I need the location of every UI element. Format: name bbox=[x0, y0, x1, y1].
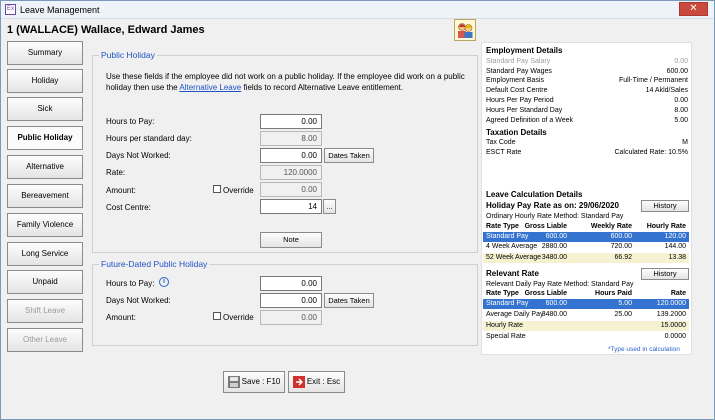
save-icon bbox=[227, 375, 241, 389]
save-label: Save : F10 bbox=[241, 377, 281, 386]
nav-sick-button[interactable]: Sick bbox=[7, 97, 83, 121]
table-row: Special Rate 0.0000 bbox=[486, 333, 686, 340]
nav-long-service-button[interactable]: Long Service bbox=[7, 242, 83, 266]
holiday-table-header: Rate Type Gross Liable Weekly Rate Hourly R… bbox=[486, 223, 686, 230]
table-row[interactable]: Standard Pay 600.00 5.00 120.0000 bbox=[483, 299, 689, 309]
nav-alternative-button[interactable]: Alternative bbox=[7, 155, 83, 179]
employees-icon[interactable] bbox=[454, 19, 476, 41]
table-row: Hourly Rate 15.0000 bbox=[483, 321, 689, 331]
employment-row: Default Cost Centre 14 Akld/Sales bbox=[486, 87, 688, 94]
future-override-label: Override bbox=[223, 313, 254, 322]
days-not-worked-field[interactable]: 0.00 bbox=[260, 148, 322, 163]
employment-row: Hours Per Pay Period 0.00 bbox=[486, 97, 688, 104]
holiday-pay-heading: Holiday Pay Rate as on: 29/06/2020 bbox=[486, 201, 619, 210]
employment-row: Standard Pay Salary 0.00 bbox=[486, 58, 688, 65]
dates-taken-button[interactable]: Dates Taken bbox=[324, 148, 374, 163]
relevant-rate-heading: Relevant Rate bbox=[486, 269, 539, 278]
future-dates-taken-button[interactable]: Dates Taken bbox=[324, 293, 374, 308]
nav-label: Other Leave bbox=[22, 335, 68, 344]
leave-calc-heading: Leave Calculation Details bbox=[486, 190, 583, 199]
title-bar[interactable]: Ex Leave Management ✕ bbox=[1, 1, 714, 19]
table-row[interactable]: 52 Week Average 3480.00 66.92 13.38 bbox=[483, 253, 689, 263]
taxation-heading: Taxation Details bbox=[486, 128, 547, 137]
public-holiday-legend: Public Holiday bbox=[99, 50, 157, 60]
calculation-note: *Type used in calculation bbox=[608, 346, 680, 353]
future-dated-legend: Future-Dated Public Holiday bbox=[99, 259, 210, 269]
nav-summary-button[interactable]: Summary bbox=[7, 41, 83, 65]
table-row[interactable]: Standard Pay 600.00 600.00 120.00 bbox=[483, 232, 689, 242]
nav-other-leave-button[interactable]: Other Leave bbox=[7, 328, 83, 352]
nav-label: Unpaid bbox=[32, 277, 58, 286]
employee-name: 1 (WALLACE) Wallace, Edward James bbox=[7, 24, 205, 36]
taxation-row: ESCT Rate Calculated Rate: 10.5% bbox=[486, 149, 688, 156]
nav-shift-leave-button[interactable]: Shift Leave bbox=[7, 299, 83, 323]
taxation-row: Tax Code M bbox=[486, 139, 688, 146]
ordinary-method: Ordinary Hourly Rate Method: Standard Pa… bbox=[486, 213, 624, 220]
override-label: Override bbox=[223, 186, 254, 195]
nav-label: Public Holiday bbox=[17, 133, 73, 142]
nav-label: Holiday bbox=[31, 76, 59, 85]
table-row[interactable]: Average Daily Pay 3480.00 25.00 139.2000 bbox=[483, 310, 689, 320]
hours-to-pay-field[interactable]: 0.00 bbox=[260, 114, 322, 129]
days-not-worked-label: Days Not Worked: bbox=[106, 151, 171, 160]
employment-row: Agreed Definition of a Week 5.00 bbox=[486, 117, 688, 124]
amount-label: Amount: bbox=[106, 186, 136, 195]
override-checkbox[interactable] bbox=[213, 185, 221, 193]
nav-label: Alternative bbox=[26, 162, 64, 171]
leave-management-window: Ex Leave Management ✕ 1 (WALLACE) Wallac… bbox=[0, 0, 715, 420]
table-row[interactable]: 4 Week Average 2880.00 720.00 144.00 bbox=[483, 242, 689, 252]
nav-label: Shift Leave bbox=[24, 306, 66, 315]
nav-label: Family Violence bbox=[16, 220, 74, 229]
relevant-table-header: Rate Type Gross Liable Hours Paid Rate bbox=[486, 290, 686, 297]
public-holiday-info: Use these fields if the employee did not… bbox=[106, 71, 471, 93]
employment-row: Hours Per Standard Day 8.00 bbox=[486, 107, 688, 114]
employment-heading: Employment Details bbox=[486, 46, 563, 55]
future-amount-field: 0.00 bbox=[260, 310, 322, 325]
hours-per-day-field: 8.00 bbox=[260, 131, 322, 146]
employment-row: Standard Pay Wages 600.00 bbox=[486, 68, 688, 75]
rate-field: 120.0000 bbox=[260, 165, 322, 180]
alternative-leave-link[interactable]: Alternative Leave bbox=[179, 83, 241, 92]
cost-centre-label: Cost Centre: bbox=[106, 203, 151, 212]
future-days-not-worked-label: Days Not Worked: bbox=[106, 296, 171, 305]
employment-row: Employment Basis Full-Time / Permanent bbox=[486, 77, 688, 84]
future-amount-label: Amount: bbox=[106, 313, 136, 322]
future-override-checkbox[interactable] bbox=[213, 312, 221, 320]
nav-unpaid-button[interactable]: Unpaid bbox=[7, 270, 83, 294]
exit-icon bbox=[292, 375, 306, 389]
relevant-history-button[interactable]: History bbox=[641, 268, 689, 280]
relevant-method: Relevant Daily Pay Rate Method: Standard… bbox=[486, 281, 634, 288]
window-title: Leave Management bbox=[20, 5, 100, 15]
nav-label: Bereavement bbox=[21, 191, 69, 200]
rate-label: Rate: bbox=[106, 168, 126, 177]
hours-to-pay-label: Hours to Pay: bbox=[106, 117, 155, 126]
note-button[interactable]: Note bbox=[260, 232, 322, 248]
cost-centre-field[interactable]: 14 bbox=[260, 199, 322, 214]
nav-holiday-button[interactable]: Holiday bbox=[7, 69, 83, 93]
future-hours-to-pay-label: Hours to Pay: bbox=[106, 279, 155, 288]
exit-label: Exit : Esc bbox=[306, 377, 341, 386]
app-icon: Ex bbox=[5, 4, 16, 15]
close-button[interactable]: ✕ bbox=[679, 2, 708, 16]
nav-label: Sick bbox=[37, 104, 53, 113]
cost-centre-browse-button[interactable]: ... bbox=[323, 199, 336, 214]
nav-label: Long Service bbox=[21, 249, 69, 258]
amount-field: 0.00 bbox=[260, 182, 322, 197]
future-hours-to-pay-field[interactable]: 0.00 bbox=[260, 276, 322, 291]
info-text-part2: fields to record Alternative Leave entit… bbox=[241, 83, 404, 92]
nav-public-holiday-button[interactable]: Public Holiday bbox=[7, 126, 83, 150]
future-days-not-worked-field[interactable]: 0.00 bbox=[260, 293, 322, 308]
holiday-history-button[interactable]: History bbox=[641, 200, 689, 212]
nav-bereavement-button[interactable]: Bereavement bbox=[7, 184, 83, 208]
info-icon[interactable]: i bbox=[159, 277, 169, 287]
nav-family-violence-button[interactable]: Family Violence bbox=[7, 213, 83, 237]
exit-button[interactable]: Exit : Esc bbox=[288, 371, 345, 393]
hours-per-day-label: Hours per standard day: bbox=[106, 134, 192, 143]
save-button[interactable]: Save : F10 bbox=[223, 371, 285, 393]
nav-label: Summary bbox=[27, 48, 63, 57]
